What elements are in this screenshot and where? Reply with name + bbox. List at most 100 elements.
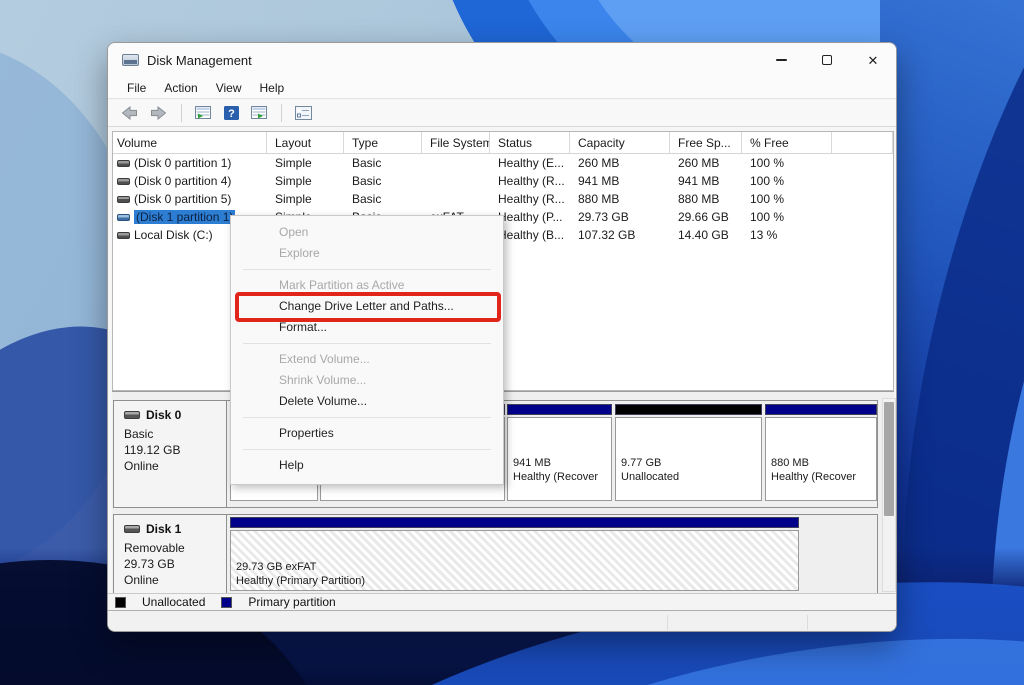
disk-size: 119.12 GB: [124, 443, 181, 457]
column-header-status[interactable]: Status: [490, 132, 570, 153]
menu-item-properties[interactable]: Properties: [231, 423, 503, 444]
cell-free-space: 880 MB: [678, 192, 720, 206]
partition-status: Unallocated: [621, 471, 680, 483]
maximize-button[interactable]: [804, 43, 850, 77]
legend-bar: Unallocated Primary partition: [108, 593, 896, 611]
disk1-label-panel[interactable]: Disk 1 Removable 29.73 GB Online: [114, 515, 227, 593]
disk-status: Online: [124, 573, 159, 587]
menu-help[interactable]: Help: [251, 79, 294, 97]
legend-swatch-primary: [221, 596, 233, 608]
table-row[interactable]: (Disk 0 partition 5) Simple Basic Health…: [113, 190, 893, 208]
table-row[interactable]: (Disk 0 partition 4) Simple Basic Health…: [113, 172, 893, 190]
volume-name: (Disk 0 partition 1): [134, 156, 232, 170]
disk0-label-panel[interactable]: Disk 0 Basic 119.12 GB Online: [114, 401, 227, 507]
legend-swatch-unallocated: [115, 596, 126, 608]
partition-type-bar: [615, 404, 762, 415]
cell-percent-free: 100 %: [750, 156, 785, 170]
forward-arrow-icon[interactable]: [146, 103, 172, 123]
scrollbar-thumb[interactable]: [884, 402, 894, 516]
toolbar-separator: [181, 104, 182, 122]
disk-kind: Removable: [124, 541, 185, 555]
cell-status: Healthy (R...: [498, 174, 565, 188]
partition-size: 941 MB: [513, 457, 551, 469]
cell-percent-free: 100 %: [750, 174, 785, 188]
volume-icon: [117, 231, 130, 239]
status-bar-divider: [807, 615, 808, 630]
volume-name: (Disk 0 partition 5): [134, 192, 232, 206]
status-bar-divider: [667, 615, 668, 630]
cell-capacity: 29.73 GB: [578, 210, 629, 224]
menu-item-delete-volume[interactable]: Delete Volume...: [231, 391, 503, 412]
menu-separator: [243, 449, 491, 450]
back-arrow-icon[interactable]: [116, 103, 142, 123]
toolbar-separator: [281, 104, 282, 122]
menu-item-help[interactable]: Help: [231, 455, 503, 476]
partition-block[interactable]: 941 MB Healthy (Recover: [507, 404, 612, 501]
legend-label-primary: Primary partition: [248, 595, 336, 609]
cell-status: Healthy (E...: [498, 156, 565, 170]
cell-percent-free: 13 %: [750, 228, 778, 242]
disk1-row[interactable]: Disk 1 Removable 29.73 GB Online 29.73 G…: [113, 514, 878, 594]
cell-free-space: 941 MB: [678, 174, 720, 188]
list-view-icon[interactable]: [191, 103, 216, 123]
column-header-percent-free[interactable]: % Free: [742, 132, 832, 153]
menu-item-change-drive-letter[interactable]: Change Drive Letter and Paths...: [231, 292, 503, 322]
column-header-layout[interactable]: Layout: [267, 132, 344, 153]
menu-item-label: Change Drive Letter and Paths...: [279, 299, 454, 313]
menu-file[interactable]: File: [118, 79, 155, 97]
cell-layout: Simple: [275, 156, 312, 170]
column-header-empty: [832, 132, 893, 153]
disk-kind: Basic: [124, 427, 154, 441]
column-header-free-space[interactable]: Free Sp...: [670, 132, 742, 153]
menu-separator: [243, 417, 491, 418]
partition-size: 29.73 GB exFAT: [236, 561, 317, 573]
cell-type: Basic: [352, 192, 382, 206]
disk-name: Disk 0: [146, 408, 182, 422]
menu-item-explore[interactable]: Explore: [231, 243, 503, 264]
cell-layout: Simple: [275, 174, 312, 188]
minimize-button[interactable]: [758, 43, 804, 77]
partition-block[interactable]: 880 MB Healthy (Recover: [765, 404, 877, 501]
close-button[interactable]: ✕: [850, 43, 896, 77]
window-controls: ✕: [758, 43, 896, 77]
window-title: Disk Management: [147, 52, 252, 68]
menu-item-extend-volume[interactable]: Extend Volume...: [231, 349, 503, 370]
disk-icon: [124, 525, 140, 533]
help-icon[interactable]: ?: [220, 103, 243, 123]
vertical-scrollbar[interactable]: [882, 398, 896, 592]
volume-name: (Disk 0 partition 4): [134, 174, 232, 188]
column-header-volume[interactable]: Volume: [113, 132, 267, 153]
column-header-type[interactable]: Type: [344, 132, 422, 153]
menu-item-format[interactable]: Format...: [231, 317, 503, 338]
disk-icon: [124, 411, 140, 419]
menu-item-open[interactable]: Open: [231, 222, 503, 243]
partition-type-bar: [507, 404, 612, 415]
menu-action[interactable]: Action: [155, 79, 206, 97]
volume-name: (Disk 1 partition 1): [134, 210, 236, 224]
cell-percent-free: 100 %: [750, 210, 785, 224]
column-header-capacity[interactable]: Capacity: [570, 132, 670, 153]
partition-status: Healthy (Recover: [771, 471, 856, 483]
partition-block-selected[interactable]: 29.73 GB exFAT Healthy (Primary Partition…: [230, 517, 799, 591]
minimize-icon: [775, 59, 787, 61]
graph-view-icon[interactable]: [247, 103, 272, 123]
table-row[interactable]: (Disk 0 partition 1) Simple Basic Health…: [113, 154, 893, 172]
menu-item-shrink-volume[interactable]: Shrink Volume...: [231, 370, 503, 391]
menu-item-mark-partition-active[interactable]: Mark Partition as Active: [231, 275, 503, 296]
cell-free-space: 29.66 GB: [678, 210, 729, 224]
toolbar: ?: [108, 100, 896, 127]
partition-block-unallocated[interactable]: 9.77 GB Unallocated: [615, 404, 762, 501]
properties-icon[interactable]: [291, 103, 316, 123]
column-header-file-system[interactable]: File System: [422, 132, 490, 153]
status-bar: [108, 612, 896, 631]
disk-management-app-icon: [122, 54, 139, 66]
partition-type-bar: [765, 404, 877, 415]
disk-name: Disk 1: [146, 522, 182, 536]
menu-view[interactable]: View: [207, 79, 251, 97]
maximize-icon: [822, 55, 832, 65]
titlebar[interactable]: Disk Management ✕: [108, 43, 896, 77]
partition-size: 880 MB: [771, 457, 809, 469]
menu-bar: File Action View Help: [108, 77, 896, 99]
partition-status: Healthy (Primary Partition): [236, 575, 365, 587]
partition-type-bar: [230, 517, 799, 528]
